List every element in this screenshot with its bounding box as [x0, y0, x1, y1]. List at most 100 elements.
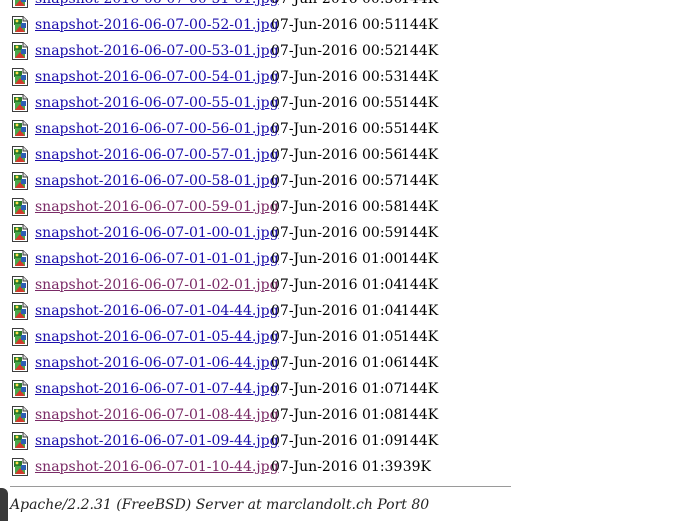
file-link[interactable]: snapshot-2016-06-07-01-01-01.jpg: [35, 251, 279, 267]
file-modified-date: 07-Jun-2016 00:58: [271, 199, 403, 215]
file-row: snapshot-2016-06-07-01-08-44.jpg 07-Jun-2…: [12, 402, 439, 428]
file-name-cell: snapshot-2016-06-07-01-01-01.jpg: [35, 251, 279, 267]
file-row: snapshot-2016-06-07-00-53-01.jpg 07-Jun-2…: [12, 38, 439, 64]
file-link[interactable]: snapshot-2016-06-07-01-05-44.jpg: [35, 329, 279, 345]
file-size: 144K: [401, 329, 439, 345]
file-modified-date: 07-Jun-2016 00:51: [271, 17, 403, 33]
file-name-cell: snapshot-2016-06-07-00-55-01.jpg: [35, 95, 279, 111]
file-modified-date: 07-Jun-2016 01:08: [271, 407, 403, 423]
file-link[interactable]: snapshot-2016-06-07-01-08-44.jpg: [35, 407, 279, 423]
file-link[interactable]: snapshot-2016-06-07-01-00-01.jpg: [35, 225, 279, 241]
file-name-cell: snapshot-2016-06-07-01-06-44.jpg: [35, 355, 279, 371]
footer-divider: [10, 486, 511, 488]
file-link[interactable]: snapshot-2016-06-07-00-57-01.jpg: [35, 147, 279, 163]
file-size: 144K: [401, 0, 438, 7]
file-size: 144K: [401, 147, 439, 163]
file-link[interactable]: snapshot-2016-06-07-00-53-01.jpg: [35, 43, 279, 59]
file-modified-date: 07-Jun-2016 01:06: [271, 355, 403, 371]
file-link[interactable]: snapshot-2016-06-07-00-59-01.jpg: [35, 199, 279, 215]
file-size: 144K: [401, 199, 439, 215]
file-name-cell: snapshot-2016-06-07-01-05-44.jpg: [35, 329, 279, 345]
file-link[interactable]: snapshot-2016-06-07-00-56-01.jpg: [35, 121, 279, 137]
file-name-cell: snapshot-2016-06-07-00-54-01.jpg: [35, 69, 279, 85]
file-name-cell: snapshot-2016-06-07-01-02-01.jpg: [35, 277, 279, 293]
file-size: 144K: [401, 277, 439, 293]
file-row: snapshot-2016-06-07-01-04-44.jpg 07-Jun-2…: [12, 298, 438, 324]
file-link[interactable]: snapshot-2016-06-07-00-51-01.jpg: [35, 0, 279, 7]
file-modified-date: 07-Jun-2016 00:59: [271, 225, 403, 241]
file-size: 144K: [401, 173, 439, 189]
file-name-cell: snapshot-2016-06-07-01-08-44.jpg: [35, 407, 279, 423]
image-file-icon: [12, 250, 28, 268]
file-link[interactable]: snapshot-2016-06-07-01-02-01.jpg: [35, 277, 279, 293]
file-modified-date: 07-Jun-2016 01:04: [271, 277, 403, 293]
window-edge: [0, 488, 8, 521]
file-row: snapshot-2016-06-07-00-57-01.jpg 07-Jun-2…: [12, 142, 439, 168]
file-name-cell: snapshot-2016-06-07-01-10-44.jpg: [35, 459, 279, 475]
file-link[interactable]: snapshot-2016-06-07-01-07-44.jpg: [35, 381, 279, 397]
image-file-icon: [12, 42, 28, 60]
server-signature: Apache/2.2.31 (FreeBSD) Server at marcla…: [10, 497, 430, 513]
file-row: snapshot-2016-06-07-01-00-01.jpg 07-Jun-2…: [12, 220, 439, 246]
image-file-icon: [12, 380, 28, 398]
image-file-icon: [12, 16, 28, 34]
file-link[interactable]: snapshot-2016-06-07-00-58-01.jpg: [35, 173, 279, 189]
image-file-icon: [12, 68, 28, 86]
image-file-icon: [12, 224, 28, 242]
file-modified-date: 07-Jun-2016 00:53: [271, 69, 403, 85]
file-listing: snapshot-2016-06-07-00-51-01.jpg07-Jun-2…: [12, 0, 439, 480]
file-link[interactable]: snapshot-2016-06-07-00-52-01.jpg: [35, 17, 279, 33]
file-name-cell: snapshot-2016-06-07-01-04-44.jpg: [35, 303, 279, 319]
file-row: snapshot-2016-06-07-01-05-44.jpg 07-Jun-2…: [12, 324, 439, 350]
file-modified-date: 07-Jun-2016 00:52: [271, 43, 403, 59]
file-size: 144K: [401, 225, 439, 241]
file-row: snapshot-2016-06-07-01-02-01.jpg 07-Jun-2…: [12, 272, 439, 298]
image-file-icon: [12, 302, 28, 320]
file-modified-date: 07-Jun-2016 01:05: [271, 329, 403, 345]
file-size: 144K: [401, 433, 439, 449]
file-name-cell: snapshot-2016-06-07-00-56-01.jpg: [35, 121, 279, 137]
file-row: snapshot-2016-06-07-00-56-01.jpg 07-Jun-2…: [12, 116, 439, 142]
file-link[interactable]: snapshot-2016-06-07-01-10-44.jpg: [35, 459, 279, 475]
image-file-icon: [12, 432, 28, 450]
file-modified-date: 07-Jun-2016 00:56: [271, 147, 403, 163]
image-file-icon: [12, 146, 28, 164]
file-link[interactable]: snapshot-2016-06-07-01-06-44.jpg: [35, 355, 279, 371]
image-file-icon: [12, 172, 28, 190]
file-row: snapshot-2016-06-07-01-06-44.jpg 07-Jun-2…: [12, 350, 438, 376]
image-file-icon: [12, 328, 28, 346]
file-size: 144K: [401, 69, 439, 85]
file-modified-date: 07-Jun-2016 00:57: [271, 173, 403, 189]
file-row: snapshot-2016-06-07-00-55-01.jpg 07-Jun-2…: [12, 90, 438, 116]
file-modified-date: 07-Jun-2016 01:07: [271, 381, 403, 397]
file-name-cell: snapshot-2016-06-07-00-57-01.jpg: [35, 147, 279, 163]
file-link[interactable]: snapshot-2016-06-07-00-55-01.jpg: [35, 95, 279, 111]
file-name-cell: snapshot-2016-06-07-00-59-01.jpg: [35, 199, 279, 215]
file-modified-date: 07-Jun-2016 00:50: [271, 0, 402, 7]
file-row: snapshot-2016-06-07-00-52-01.jpg 07-Jun-2…: [12, 12, 438, 38]
file-row: snapshot-2016-06-07-00-54-01.jpg 07-Jun-2…: [12, 64, 439, 90]
file-name-cell: snapshot-2016-06-07-00-52-01.jpg: [35, 17, 279, 33]
file-name-cell: snapshot-2016-06-07-00-51-01.jpg: [35, 0, 279, 7]
image-file-icon: [12, 198, 28, 216]
file-link[interactable]: snapshot-2016-06-07-00-54-01.jpg: [35, 69, 279, 85]
file-row: snapshot-2016-06-07-01-01-01.jpg 07-Jun-2…: [12, 246, 439, 272]
file-row: snapshot-2016-06-07-00-51-01.jpg07-Jun-2…: [12, 0, 438, 12]
file-size: 144K: [401, 407, 439, 423]
file-modified-date: 07-Jun-2016 00:55: [271, 121, 403, 137]
file-size: 144K: [401, 43, 439, 59]
file-link[interactable]: snapshot-2016-06-07-01-09-44.jpg: [35, 433, 279, 449]
file-name-cell: snapshot-2016-06-07-00-53-01.jpg: [35, 43, 279, 59]
file-row: snapshot-2016-06-07-00-58-01.jpg 07-Jun-2…: [12, 168, 439, 194]
file-size: 144K: [401, 121, 439, 137]
file-link[interactable]: snapshot-2016-06-07-01-04-44.jpg: [35, 303, 279, 319]
file-row: snapshot-2016-06-07-01-07-44.jpg 07-Jun-2…: [12, 376, 439, 402]
file-row: snapshot-2016-06-07-00-59-01.jpg 07-Jun-2…: [12, 194, 439, 220]
file-size: 144K: [401, 381, 439, 397]
file-size: 144K: [401, 251, 439, 267]
file-modified-date: 07-Jun-2016 00:55: [271, 95, 403, 111]
file-size: 39K: [402, 459, 431, 475]
file-row: snapshot-2016-06-07-01-10-44.jpg 07-Jun-2…: [12, 454, 431, 480]
image-file-icon: [12, 276, 28, 294]
image-file-icon: [12, 458, 28, 476]
